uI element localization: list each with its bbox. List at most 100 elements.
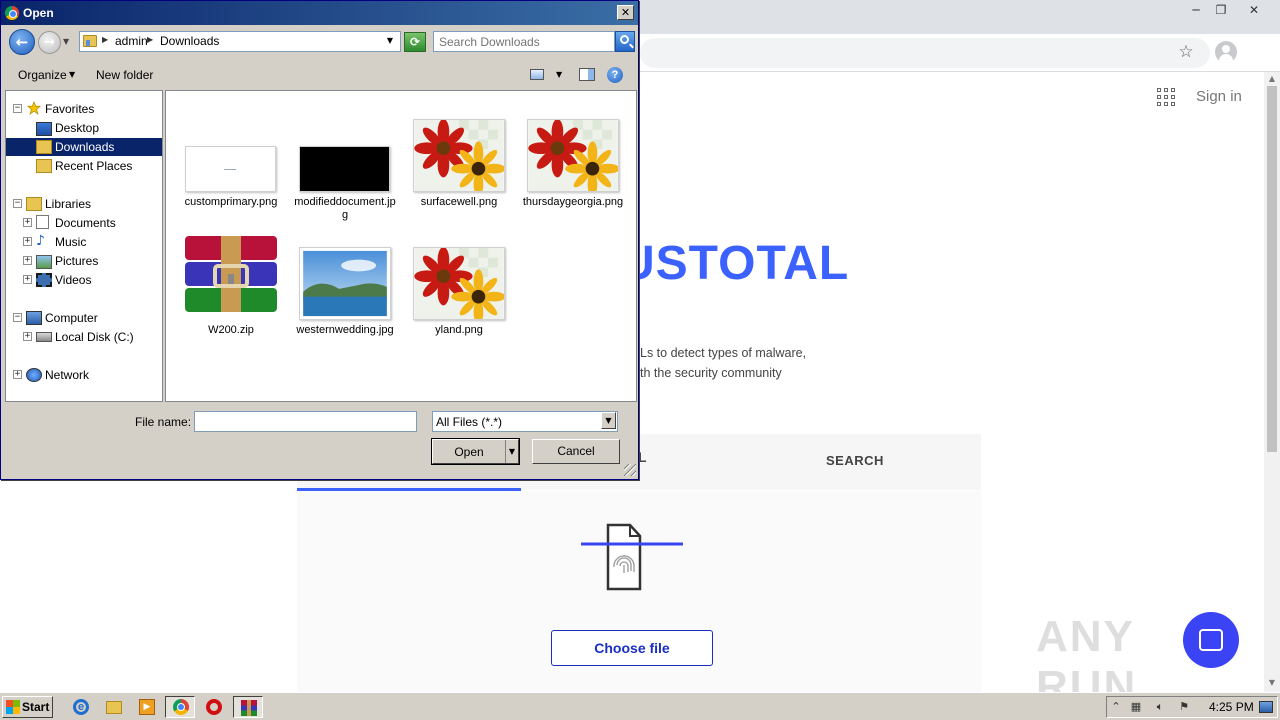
expand-icon[interactable]: +	[13, 370, 22, 379]
search-input[interactable]	[439, 35, 609, 49]
open-file-dialog: Open ✕ ← → ▼ ▶ admin ▶ Downloads ▼ ⟳ Org…	[0, 0, 639, 480]
back-arrow-icon[interactable]: ←	[9, 29, 35, 55]
file-type-dropdown-icon[interactable]: ▼	[601, 412, 616, 429]
tree-item-local-disk[interactable]: + Local Disk (C:)	[6, 328, 162, 346]
winrar-taskbar-button[interactable]	[233, 696, 263, 718]
tree-item-libraries[interactable]: − Libraries	[6, 195, 162, 213]
organize-button[interactable]: Organize	[18, 68, 67, 82]
minimize-button[interactable]: ─	[1184, 2, 1208, 18]
breadcrumb-chevron-icon[interactable]: ▶	[102, 35, 108, 44]
tree-item-downloads[interactable]: Downloads	[6, 138, 162, 156]
breadcrumb-chevron-icon[interactable]: ▶	[147, 35, 153, 44]
tab-search[interactable]: SEARCH	[826, 453, 884, 468]
black-image-icon	[299, 146, 390, 192]
expand-icon[interactable]: +	[23, 218, 32, 227]
tree-label: Videos	[55, 273, 92, 287]
show-hidden-icons-icon[interactable]: ⌃	[1109, 700, 1123, 714]
view-options-dropdown-icon[interactable]: ▼	[556, 70, 562, 79]
breadcrumb-admin[interactable]: admin	[115, 34, 148, 48]
help-icon[interactable]: ?	[607, 67, 623, 83]
file-explorer-icon[interactable]	[103, 697, 125, 717]
sign-in-link[interactable]: Sign in	[1196, 88, 1242, 105]
scroll-down-arrow-icon[interactable]: ▼	[1264, 676, 1280, 690]
preview-pane-icon[interactable]	[579, 68, 595, 81]
expand-icon[interactable]: +	[23, 256, 32, 265]
tree-label: Music	[55, 235, 87, 249]
open-button[interactable]: Open ▼	[431, 438, 520, 465]
landscape-image-icon	[299, 247, 391, 320]
clock[interactable]: 4:25 PM	[1209, 700, 1254, 714]
file-item[interactable]: surfacewell.png	[407, 119, 511, 209]
tree-item-network[interactable]: + Network	[6, 366, 162, 384]
tree-item-desktop[interactable]: Desktop	[6, 119, 162, 137]
navigation-pane: − Favorites Desktop Downloads Recent Pla…	[5, 90, 163, 402]
page-scrollbar[interactable]: ▲ ▼	[1264, 72, 1280, 692]
file-item[interactable]: customprimary.png	[179, 119, 283, 209]
search-icon	[620, 35, 629, 44]
dialog-close-button[interactable]: ✕	[617, 5, 634, 20]
action-center-flag-icon[interactable]: ⚑	[1177, 700, 1191, 714]
search-field[interactable]	[433, 31, 615, 52]
start-button[interactable]: Start	[2, 696, 53, 718]
scroll-up-arrow-icon[interactable]: ▲	[1264, 72, 1280, 86]
open-button-label: Open	[454, 445, 484, 459]
collapse-icon[interactable]: −	[13, 313, 22, 322]
chat-button[interactable]	[1183, 612, 1239, 668]
address-breadcrumb-bar[interactable]: ▶ admin ▶ Downloads	[79, 31, 401, 52]
window-close-button[interactable]: ✕	[1242, 2, 1266, 18]
tree-item-documents[interactable]: + Documents	[6, 214, 162, 232]
profile-avatar-icon[interactable]	[1215, 41, 1237, 63]
apps-grid-icon[interactable]	[1157, 88, 1175, 106]
tree-item-pictures[interactable]: + Pictures	[6, 252, 162, 270]
file-item[interactable]: westernwedding.jpg	[293, 247, 397, 351]
tree-item-favorites[interactable]: − Favorites	[6, 100, 162, 118]
new-folder-button[interactable]: New folder	[96, 68, 153, 82]
file-item[interactable]: modifieddocument.jpg	[293, 119, 397, 223]
cancel-button[interactable]: Cancel	[532, 439, 620, 464]
address-dropdown-icon[interactable]: ▼	[384, 34, 396, 48]
start-label: Start	[22, 700, 50, 714]
tree-item-recent-places[interactable]: Recent Places	[6, 157, 162, 175]
breadcrumb-downloads[interactable]: Downloads	[160, 34, 219, 48]
bookmark-star-icon[interactable]: ☆	[1176, 42, 1196, 62]
star-icon	[26, 101, 42, 115]
tab-file[interactable]: L	[638, 449, 647, 465]
change-view-icon[interactable]	[530, 69, 544, 80]
file-item[interactable]: thursdaygeorgia.png	[521, 119, 625, 223]
forward-arrow-icon[interactable]: →	[38, 31, 61, 54]
windows-logo-icon	[6, 700, 20, 714]
open-options-dropdown-icon[interactable]: ▼	[505, 440, 518, 463]
tree-item-videos[interactable]: + Videos	[6, 271, 162, 289]
tree-item-music[interactable]: + ♪ Music	[6, 233, 162, 251]
collapse-icon[interactable]: −	[13, 199, 22, 208]
volume-icon[interactable]: 🔈︎	[1153, 700, 1167, 714]
file-name: yland.png	[435, 324, 483, 336]
description-line-1: Ls to detect types of malware,	[640, 346, 807, 360]
choose-file-button[interactable]: Choose file	[551, 630, 713, 666]
opera-icon[interactable]	[203, 697, 225, 717]
file-item[interactable]: W200.zip	[179, 236, 283, 336]
address-omnibox[interactable]	[640, 38, 1210, 68]
file-type-select[interactable]: All Files (*.*)	[432, 411, 618, 432]
network-status-icon[interactable]: ▦	[1129, 700, 1143, 714]
hard-disk-icon	[36, 332, 52, 342]
internet-explorer-icon[interactable]: e	[70, 697, 92, 717]
file-item[interactable]: yland.png	[407, 247, 511, 337]
scroll-thumb[interactable]	[1267, 86, 1277, 452]
tree-item-computer[interactable]: − Computer	[6, 309, 162, 327]
resize-grip-icon[interactable]	[624, 464, 636, 476]
restore-button[interactable]: ❐	[1209, 2, 1233, 18]
dialog-titlebar[interactable]: Open ✕	[1, 1, 638, 25]
search-button[interactable]	[615, 31, 635, 52]
organize-dropdown-icon[interactable]: ▼	[69, 70, 75, 79]
collapse-icon[interactable]: −	[13, 104, 22, 113]
show-desktop-icon[interactable]	[1259, 701, 1273, 713]
expand-icon[interactable]: +	[23, 332, 32, 341]
expand-icon[interactable]: +	[23, 237, 32, 246]
expand-icon[interactable]: +	[23, 275, 32, 284]
refresh-icon[interactable]: ⟳	[404, 32, 426, 52]
media-player-icon[interactable]: ▶	[136, 697, 158, 717]
chrome-taskbar-button[interactable]	[165, 696, 195, 718]
recent-locations-chevron-icon[interactable]: ▼	[63, 37, 69, 46]
file-name-field[interactable]: ▼	[194, 411, 610, 432]
